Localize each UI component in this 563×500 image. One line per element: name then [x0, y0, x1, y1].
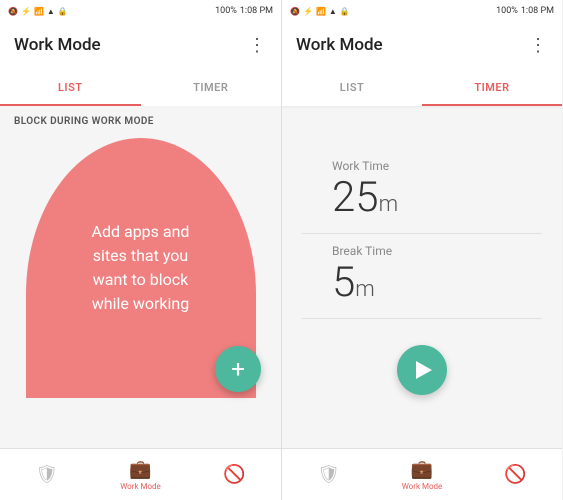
status-bar-right: 🔕 ⚡ 📶 ▲ 🔒 100% 1:08 PM	[282, 0, 562, 22]
wifi-icon: ▲	[47, 7, 55, 16]
add-fab-button[interactable]: +	[215, 346, 261, 392]
status-right-right: 100% 1:08 PM	[496, 6, 554, 16]
bolt-icon: ⚡	[21, 7, 31, 16]
right-panel: 🔕 ⚡ 📶 ▲ 🔒 100% 1:08 PM Work Mode ⋮ LIST …	[281, 0, 562, 500]
briefcase-icon-left: 💼	[129, 459, 151, 480]
nav-item-work-right[interactable]: 💼 Work Mode	[375, 459, 468, 491]
tabs-right: LIST TIMER	[282, 68, 562, 106]
tab-timer-left[interactable]: TIMER	[141, 68, 282, 106]
nav-item-block-right[interactable]: 🚫	[469, 464, 562, 485]
lock-icon: 🔒	[58, 7, 68, 16]
status-bar-left: 🔕 ⚡ 📶 ▲ 🔒 100% 1:08 PM	[0, 0, 281, 22]
block-icon-right: 🚫	[504, 464, 526, 485]
nav-item-shield-left[interactable]: 🛡	[0, 464, 94, 485]
shield-icon-right: 🛡	[317, 464, 340, 485]
break-time-number: 5	[332, 258, 355, 307]
section-label: BLOCK DURING WORK MODE	[0, 106, 281, 135]
break-time-unit: m	[355, 277, 375, 302]
left-panel: 🔕 ⚡ 📶 ▲ 🔒 100% 1:08 PM Work Mode ⋮ LIST …	[0, 0, 281, 500]
work-time-block: Work Time 25m	[302, 159, 542, 234]
top-bar-right: Work Mode ⋮	[282, 22, 562, 68]
page-title-left: Work Mode	[14, 35, 101, 55]
break-time-value-row: 5m	[332, 260, 375, 306]
timer-content: Work Time 25m Break Time 5m	[282, 106, 562, 448]
bolt-icon-right: ⚡	[303, 7, 313, 16]
tab-list-right[interactable]: LIST	[282, 68, 422, 106]
blob-text: Add apps andsites that youwant to blockw…	[72, 200, 210, 336]
work-time-number: 25	[332, 173, 379, 222]
work-time-value-row: 25m	[332, 175, 398, 221]
mute-icon-right: 🔕	[290, 7, 300, 16]
work-time-label: Work Time	[332, 159, 389, 173]
tabs-left: LIST TIMER	[0, 68, 281, 106]
nav-label-work-left: Work Mode	[120, 482, 161, 491]
lock-icon-right: 🔒	[340, 7, 350, 16]
break-time-label: Break Time	[332, 244, 392, 258]
list-content: Add apps andsites that youwant to blockw…	[0, 135, 281, 448]
page-title-right: Work Mode	[296, 35, 383, 55]
play-icon	[416, 361, 432, 379]
wifi-icon-right: ▲	[329, 7, 337, 16]
bottom-nav-right: 🛡 💼 Work Mode 🚫	[282, 448, 562, 500]
work-time-unit: m	[379, 192, 399, 217]
block-icon-left: 🚫	[223, 464, 245, 485]
status-left-icons-right: 🔕 ⚡ 📶 ▲ 🔒	[290, 7, 350, 16]
status-right: 100% 1:08 PM	[215, 6, 273, 16]
mute-icon: 🔕	[8, 7, 18, 16]
signal-icon-right: 📶	[316, 7, 326, 16]
menu-button-left[interactable]: ⋮	[248, 35, 267, 56]
status-left-icons: 🔕 ⚡ 📶 ▲ 🔒	[8, 7, 68, 16]
nav-item-work-left[interactable]: 💼 Work Mode	[94, 459, 188, 491]
battery-label-right: 100%	[496, 6, 518, 16]
menu-button-right[interactable]: ⋮	[529, 35, 548, 56]
bottom-nav-left: 🛡 💼 Work Mode 🚫	[0, 448, 281, 500]
battery-label: 100%	[215, 6, 237, 16]
top-bar-left: Work Mode ⋮	[0, 22, 281, 68]
tab-timer-right[interactable]: TIMER	[422, 68, 562, 106]
nav-label-work-right: Work Mode	[402, 482, 443, 491]
time-label-right: 1:08 PM	[521, 6, 554, 16]
nav-item-block-left[interactable]: 🚫	[187, 464, 281, 485]
briefcase-icon-right: 💼	[411, 459, 433, 480]
shield-icon-left: 🛡	[35, 464, 58, 485]
tab-list-left[interactable]: LIST	[0, 68, 141, 106]
break-time-block: Break Time 5m	[302, 244, 542, 319]
time-label: 1:08 PM	[240, 6, 273, 16]
play-button[interactable]	[397, 345, 447, 395]
signal-icon: 📶	[34, 7, 44, 16]
nav-item-shield-right[interactable]: 🛡	[282, 464, 375, 485]
